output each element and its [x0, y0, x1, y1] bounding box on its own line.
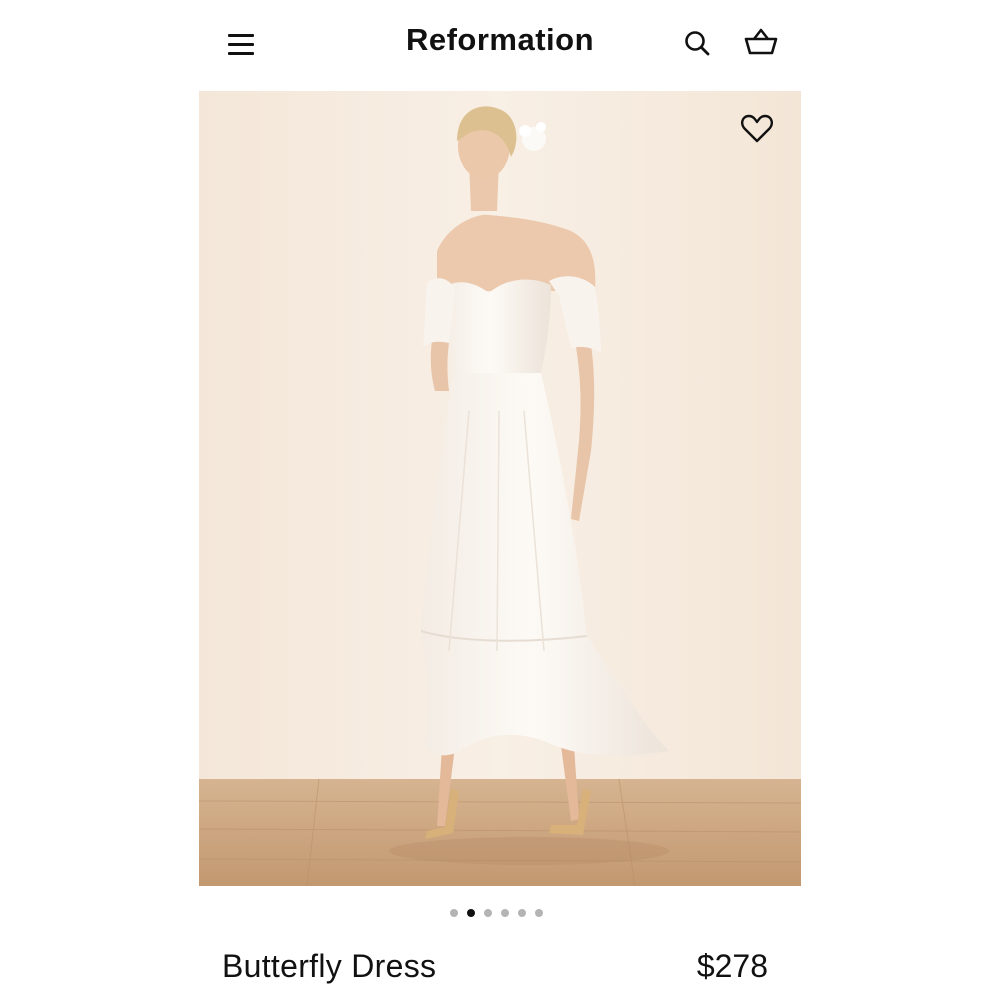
hamburger-menu-icon[interactable]: [226, 30, 256, 60]
search-icon[interactable]: [680, 26, 714, 60]
top-nav-bar: Reformation: [0, 0, 1000, 90]
carousel-dot[interactable]: [501, 909, 509, 917]
carousel-dot[interactable]: [518, 909, 526, 917]
brand-logo[interactable]: Reformation: [350, 22, 650, 58]
shopping-basket-icon[interactable]: [742, 26, 778, 60]
product-image-carousel[interactable]: [199, 91, 801, 886]
carousel-pagination: [450, 909, 543, 919]
carousel-dot[interactable]: [535, 909, 543, 917]
carousel-dot[interactable]: [450, 909, 458, 917]
carousel-dot[interactable]: [467, 909, 475, 917]
product-name: Butterfly Dress: [222, 948, 437, 984]
carousel-dot[interactable]: [484, 909, 492, 917]
favorite-heart-icon[interactable]: [739, 111, 775, 147]
product-photo: [199, 91, 801, 886]
product-price: $278: [696, 948, 768, 984]
